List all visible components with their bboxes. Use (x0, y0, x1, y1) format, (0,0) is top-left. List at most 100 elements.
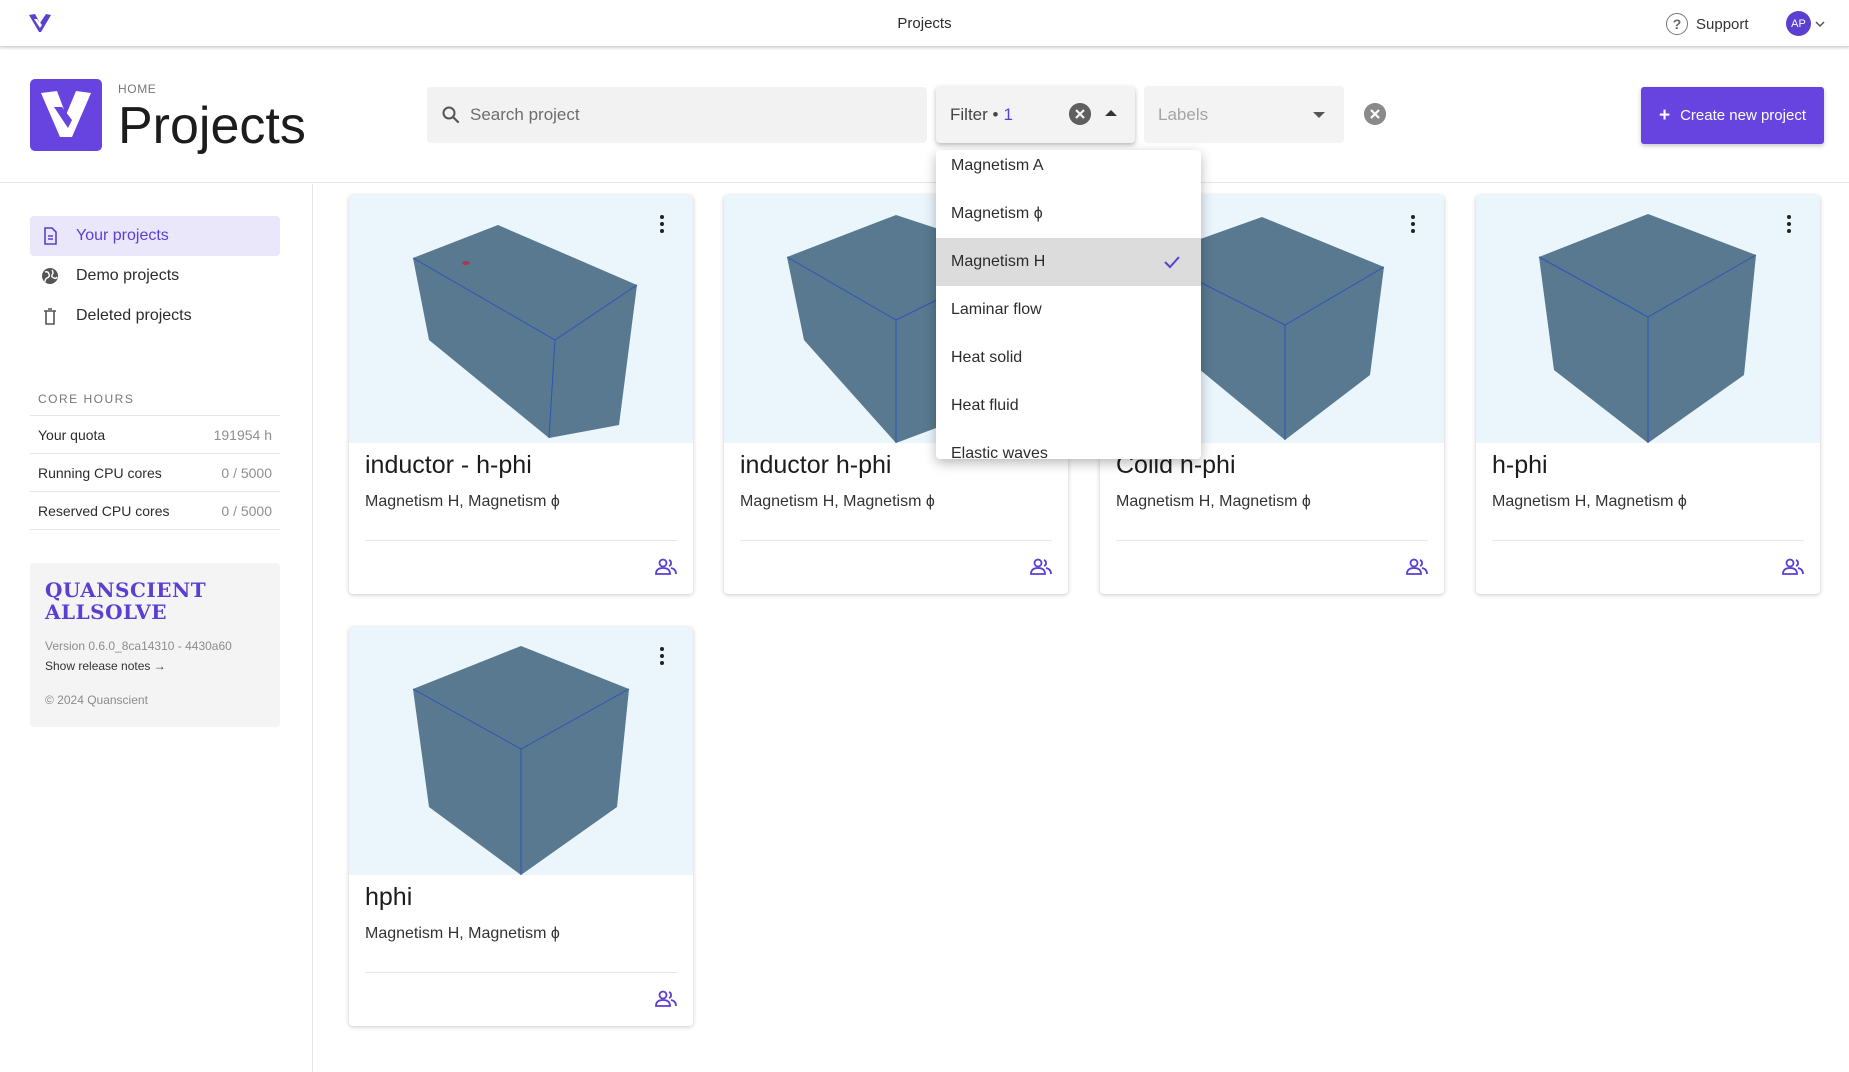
shared-users-icon[interactable] (655, 989, 677, 1009)
plus-icon: + (1658, 105, 1671, 126)
product-name: QUANSCIENT ALLSOLVE (45, 579, 265, 623)
project-card[interactable]: hphi Magnetism H, Magnetism ϕ (349, 627, 693, 1026)
brand-logo-tile (30, 79, 102, 151)
more-options-icon[interactable] (649, 643, 675, 669)
document-icon (44, 227, 57, 245)
filter-option-label: Laminar flow (951, 301, 1042, 318)
card-divider (1492, 540, 1804, 541)
page-title: Projects (118, 97, 306, 155)
brand-logo-icon (41, 91, 91, 137)
globe-icon (42, 268, 58, 284)
labels-select[interactable]: Labels (1144, 86, 1344, 143)
caret-down-icon[interactable] (1313, 112, 1325, 118)
cube-preview-icon (412, 646, 630, 875)
shared-users-icon[interactable] (1782, 557, 1804, 577)
filter-option[interactable]: Magnetism ϕ (936, 190, 1201, 238)
release-notes-link[interactable]: Show release notes → (45, 659, 265, 673)
shared-users-icon[interactable] (1030, 557, 1052, 577)
core-hours-label: Your quota (38, 426, 106, 443)
cube-preview-icon (412, 225, 638, 439)
avatar: AP (1786, 11, 1811, 36)
shared-users-icon[interactable] (655, 557, 677, 577)
core-hours-row: Reserved CPU cores 0 / 5000 (30, 492, 280, 530)
cube-preview-icon (1538, 214, 1757, 443)
clear-filter-icon[interactable] (1069, 103, 1091, 125)
labels-placeholder: Labels (1158, 104, 1209, 124)
core-hours-label: Running CPU cores (38, 464, 162, 481)
page-header: HOME Projects Filter • 1 Labels + Create… (0, 48, 1849, 183)
project-tags: Magnetism H, Magnetism ϕ (365, 493, 560, 510)
card-divider (740, 540, 1052, 541)
filter-dropdown-menu: Magnetism A Magnetism ϕ Magnetism H Lami… (936, 150, 1201, 459)
filter-option-selected[interactable]: Magnetism H (936, 238, 1201, 286)
filter-option-label: Magnetism ϕ (951, 205, 1043, 222)
search-icon (442, 106, 460, 124)
product-name-line: ALLSOLVE (45, 600, 167, 624)
create-project-button[interactable]: + Create new project (1641, 87, 1824, 144)
project-thumbnail (1476, 195, 1820, 443)
copyright-text: © 2024 Quanscient (45, 693, 148, 707)
caret-up-icon[interactable] (1105, 110, 1117, 116)
breadcrumb[interactable]: HOME (118, 82, 156, 96)
product-name-line: QUANSCIENT (45, 578, 207, 602)
project-card[interactable]: h-phi Magnetism H, Magnetism ϕ (1476, 195, 1820, 594)
filter-option[interactable]: Heat fluid (936, 382, 1201, 430)
top-bar: Projects ? Support AP (0, 0, 1849, 47)
filter-option[interactable]: Laminar flow (936, 286, 1201, 334)
project-tags: Magnetism H, Magnetism ϕ (365, 925, 560, 942)
project-name: inductor - h-phi (365, 451, 532, 479)
core-hours-row: Your quota 191954 h (30, 416, 280, 454)
create-project-label: Create new project (1680, 107, 1806, 124)
core-hours-value: 0 / 5000 (221, 464, 272, 481)
search-input[interactable] (470, 105, 910, 125)
core-hours-title: CORE HOURS (30, 392, 280, 416)
filter-option[interactable]: Heat solid (936, 334, 1201, 382)
filter-option[interactable]: Magnetism A (936, 150, 1201, 190)
filter-option-label: Heat solid (951, 349, 1023, 366)
filter-option-label: Magnetism H (951, 253, 1046, 270)
project-tags: Magnetism H, Magnetism ϕ (1116, 493, 1311, 510)
filter-count: 1 (1003, 104, 1013, 124)
project-card[interactable]: inductor - h-phi Magnetism H, Magnetism … (349, 195, 693, 594)
version-text: Version 0.6.0_8ca14310 - 4430a60 (45, 639, 232, 653)
more-options-icon[interactable] (1776, 211, 1802, 237)
shared-users-icon[interactable] (1406, 557, 1428, 577)
more-options-icon[interactable] (649, 211, 675, 237)
sidebar: Your projects Demo projects Deleted proj… (0, 184, 313, 1072)
search-box (427, 87, 927, 143)
sidebar-item-your-projects[interactable]: Your projects (30, 216, 280, 256)
trash-icon (44, 308, 56, 325)
sidebar-nav: Your projects Demo projects Deleted proj… (30, 216, 280, 336)
check-icon (1164, 256, 1180, 269)
chevron-down-icon (1815, 20, 1825, 27)
sidebar-item-demo-projects[interactable]: Demo projects (30, 256, 280, 296)
core-hours-label: Reserved CPU cores (38, 502, 170, 519)
project-name: hphi (365, 883, 413, 911)
sidebar-item-label: Your projects (76, 227, 169, 244)
topbar-title: Projects (897, 15, 952, 32)
project-name: inductor h-phi (740, 451, 892, 479)
filter-option-label: Magnetism A (951, 157, 1044, 174)
project-thumbnail (349, 627, 693, 875)
more-options-icon[interactable] (1400, 211, 1426, 237)
project-tags: Magnetism H, Magnetism ϕ (740, 493, 935, 510)
support-link[interactable]: ? Support (1666, 12, 1749, 36)
card-divider (365, 972, 677, 973)
filter-label: Filter • (950, 104, 999, 124)
sidebar-item-label: Deleted projects (76, 307, 192, 324)
sidebar-item-deleted-projects[interactable]: Deleted projects (30, 296, 280, 336)
project-thumbnail (349, 195, 693, 443)
clear-all-icon[interactable] (1364, 103, 1386, 125)
filter-select[interactable]: Filter • 1 (936, 86, 1135, 143)
project-tags: Magnetism H, Magnetism ϕ (1492, 493, 1687, 510)
core-hours-row: Running CPU cores 0 / 5000 (30, 454, 280, 492)
account-menu[interactable]: AP (1786, 11, 1826, 36)
card-divider (365, 540, 677, 541)
brand-info-box: QUANSCIENT ALLSOLVE Version 0.6.0_8ca143… (30, 563, 280, 727)
core-hours-value: 0 / 5000 (221, 502, 272, 519)
help-circle-icon: ? (1666, 13, 1688, 35)
filter-option-label: Heat fluid (951, 397, 1019, 414)
core-hours-panel: CORE HOURS Your quota 191954 h Running C… (30, 392, 280, 530)
project-name: h-phi (1492, 451, 1548, 479)
filter-option[interactable]: Elastic waves (936, 430, 1201, 459)
